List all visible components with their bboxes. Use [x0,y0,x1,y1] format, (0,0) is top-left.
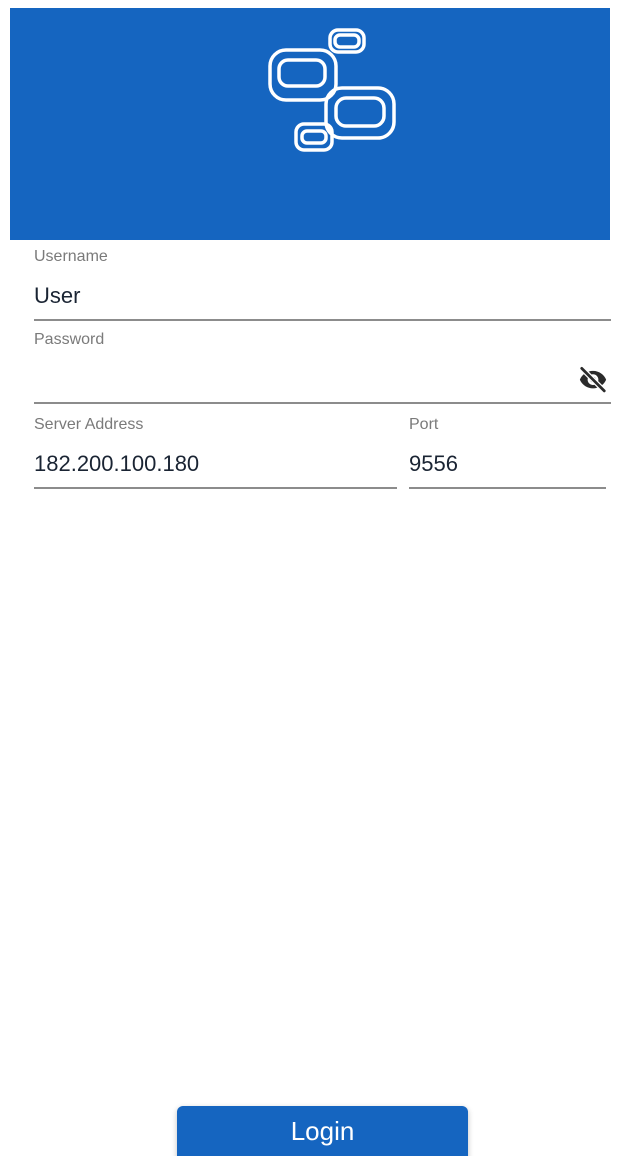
app-logo-icon [268,28,396,152]
username-input[interactable]: User [34,283,80,309]
header-banner [10,8,610,240]
login-button-container: Login [177,1106,468,1156]
server-address-field-group[interactable]: Server Address 182.200.100.180 [34,412,397,490]
eye-off-icon[interactable] [575,364,611,394]
login-button[interactable]: Login [177,1106,468,1156]
password-field-group[interactable]: Password [34,328,611,406]
server-address-input[interactable]: 182.200.100.180 [34,451,199,477]
port-input[interactable]: 9556 [409,451,458,477]
password-underline [34,402,611,404]
password-label: Password [34,331,105,348]
username-underline [34,319,611,321]
login-screen: Username User Password Server Address 18… [0,0,623,1156]
port-field-group[interactable]: Port 9556 [409,412,606,490]
server-address-label: Server Address [34,416,144,433]
port-underline [409,487,606,489]
username-label: Username [34,248,108,265]
server-address-underline [34,487,397,489]
port-label: Port [409,416,439,433]
username-field-group[interactable]: Username User [34,246,611,322]
